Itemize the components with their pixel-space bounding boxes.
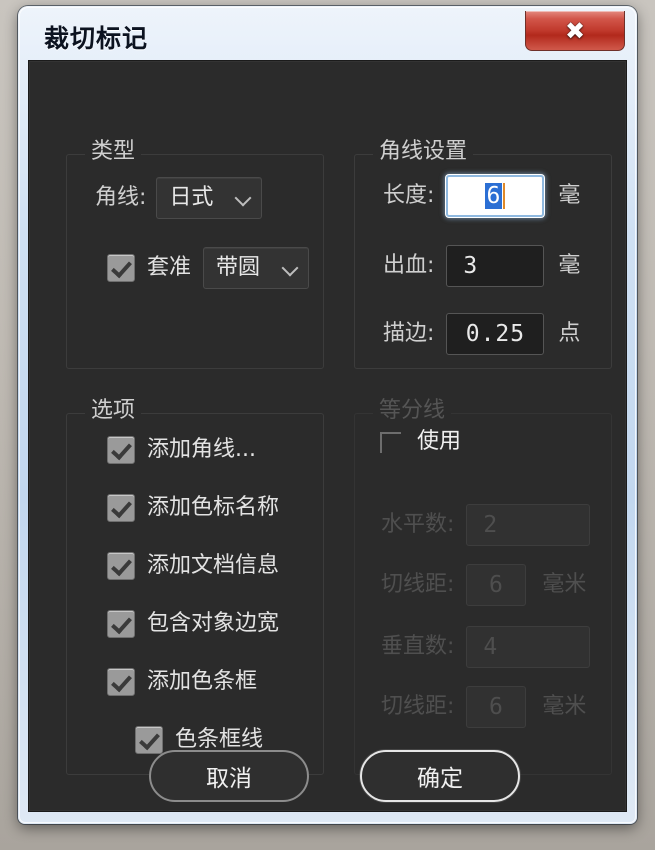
use-division-label: 使用 [417,429,462,454]
group-division-lines: 等分线 使用 水平数: 2 切线距: 6 毫米 垂直数: 4 切线距: 6 毫米 [354,398,612,775]
text-caret [503,183,506,210]
ok-button-label: 确定 [417,766,463,792]
group-division-lines-title: 等分线 [373,398,452,424]
length-unit: 毫 [558,183,581,208]
vertical-count-value: 4 [483,634,499,660]
horizontal-gap-value: 6 [488,572,504,598]
cancel-button-label: 取消 [206,766,252,792]
option-row-1[interactable]: 添加角线... [107,436,256,464]
corner-line-value: 日式 [169,185,214,210]
close-icon: ✖ [564,16,586,45]
stroke-input[interactable]: 0.25 [446,313,545,355]
group-type: 类型 角线: 日式 套准 带圆 [66,139,324,369]
option-checkbox-add-corner-lines[interactable] [107,436,135,464]
close-button[interactable]: ✖ [525,11,625,51]
row-bleed: 出血: 3 毫 [383,245,580,287]
registration-dropdown[interactable]: 带圆 [203,247,310,289]
length-value: 6 [485,182,503,209]
bleed-unit: 毫 [558,253,581,278]
option-row-2[interactable]: 添加色标名称 [107,494,279,522]
option-checkbox-add-color-bar-frame[interactable] [107,668,135,696]
title-bar[interactable]: 裁切标记 ✖ [18,6,637,60]
corner-line-dropdown[interactable]: 日式 [156,177,263,219]
bleed-label: 出血: [383,253,435,278]
horizontal-gap-input[interactable]: 6 [466,564,527,606]
chevron-down-icon [282,259,300,277]
option-label-add-color-bar-frame: 添加色条框 [147,669,258,694]
registration-value: 带圆 [216,255,261,280]
dialog-content: 类型 角线: 日式 套准 带圆 角线设置 长度: 6 毫 出血: 3 毫 描边:… [28,60,627,812]
corner-line-label: 角线: [95,185,147,210]
row-stroke: 描边: 0.25 点 [383,313,580,355]
row-horizontal-gap: 切线距: 6 毫米 [381,564,586,606]
horizontal-gap-unit: 毫米 [542,572,587,597]
ok-button[interactable]: 确定 [360,750,520,802]
row-use-division[interactable]: 使用 [377,428,461,456]
vertical-gap-value: 6 [488,694,504,720]
row-corner-line: 角线: 日式 [95,177,263,219]
option-checkbox-add-doc-info[interactable] [107,552,135,580]
option-label-add-color-names: 添加色标名称 [147,495,280,520]
use-division-checkbox[interactable] [377,428,405,456]
option-checkbox-add-color-names[interactable] [107,494,135,522]
option-checkbox-color-bar-frame-line[interactable] [135,726,163,754]
cancel-button[interactable]: 取消 [149,750,309,802]
page-title: 裁切标记 [44,24,149,53]
stroke-label: 描边: [383,321,435,346]
row-horizontal-count: 水平数: 2 [381,504,591,546]
row-length: 长度: 6 毫 [383,175,580,217]
vertical-gap-unit: 毫米 [542,694,587,719]
length-input[interactable]: 6 [446,175,545,217]
option-row-5[interactable]: 添加色条框 [107,668,257,696]
option-label-add-corner-lines: 添加角线... [147,437,256,462]
row-vertical-count: 垂直数: 4 [381,626,591,668]
group-options-title: 选项 [85,398,142,424]
vertical-count-label: 垂直数: [381,634,455,659]
group-corner-settings-title: 角线设置 [373,139,474,165]
option-checkbox-include-object-width[interactable] [107,610,135,638]
horizontal-gap-label: 切线距: [381,572,455,597]
chevron-down-icon [235,189,253,207]
option-label-add-doc-info: 添加文档信息 [147,553,280,578]
option-label-include-object-width: 包含对象边宽 [147,611,280,636]
screen: 裁切标记 ✖ 类型 角线: 日式 套准 带圆 角线设置 长度: 6 毫 出血: … [0,0,655,850]
group-corner-settings: 角线设置 长度: 6 毫 出血: 3 毫 描边: 0.25 点 [354,139,612,369]
horizontal-count-label: 水平数: [381,512,455,537]
dialog-window: 裁切标记 ✖ 类型 角线: 日式 套准 带圆 角线设置 长度: 6 毫 出血: … [18,6,637,824]
horizontal-count-value: 2 [483,512,499,538]
registration-checkbox[interactable] [107,254,135,282]
vertical-count-input[interactable]: 4 [466,626,591,668]
stroke-unit: 点 [558,321,581,346]
option-row-3[interactable]: 添加文档信息 [107,552,279,580]
option-row-4[interactable]: 包含对象边宽 [107,610,279,638]
panels: 类型 角线: 日式 套准 带圆 角线设置 长度: 6 毫 出血: 3 毫 描边:… [29,61,626,811]
horizontal-count-input[interactable]: 2 [466,504,591,546]
bleed-input[interactable]: 3 [446,245,545,287]
group-type-title: 类型 [85,139,142,165]
length-value-wrap: 6 [485,182,506,210]
bleed-value: 3 [463,253,479,279]
vertical-gap-label: 切线距: [381,694,455,719]
length-label: 长度: [383,183,435,208]
stroke-value: 0.25 [465,321,526,347]
registration-label: 套准 [147,255,192,280]
group-options: 选项 添加角线... 添加色标名称 添加文档信息 包含对象边宽 添加色条框 色条… [66,398,324,775]
row-registration: 套准 带圆 [107,247,310,289]
row-vertical-gap: 切线距: 6 毫米 [381,686,586,728]
vertical-gap-input[interactable]: 6 [466,686,527,728]
